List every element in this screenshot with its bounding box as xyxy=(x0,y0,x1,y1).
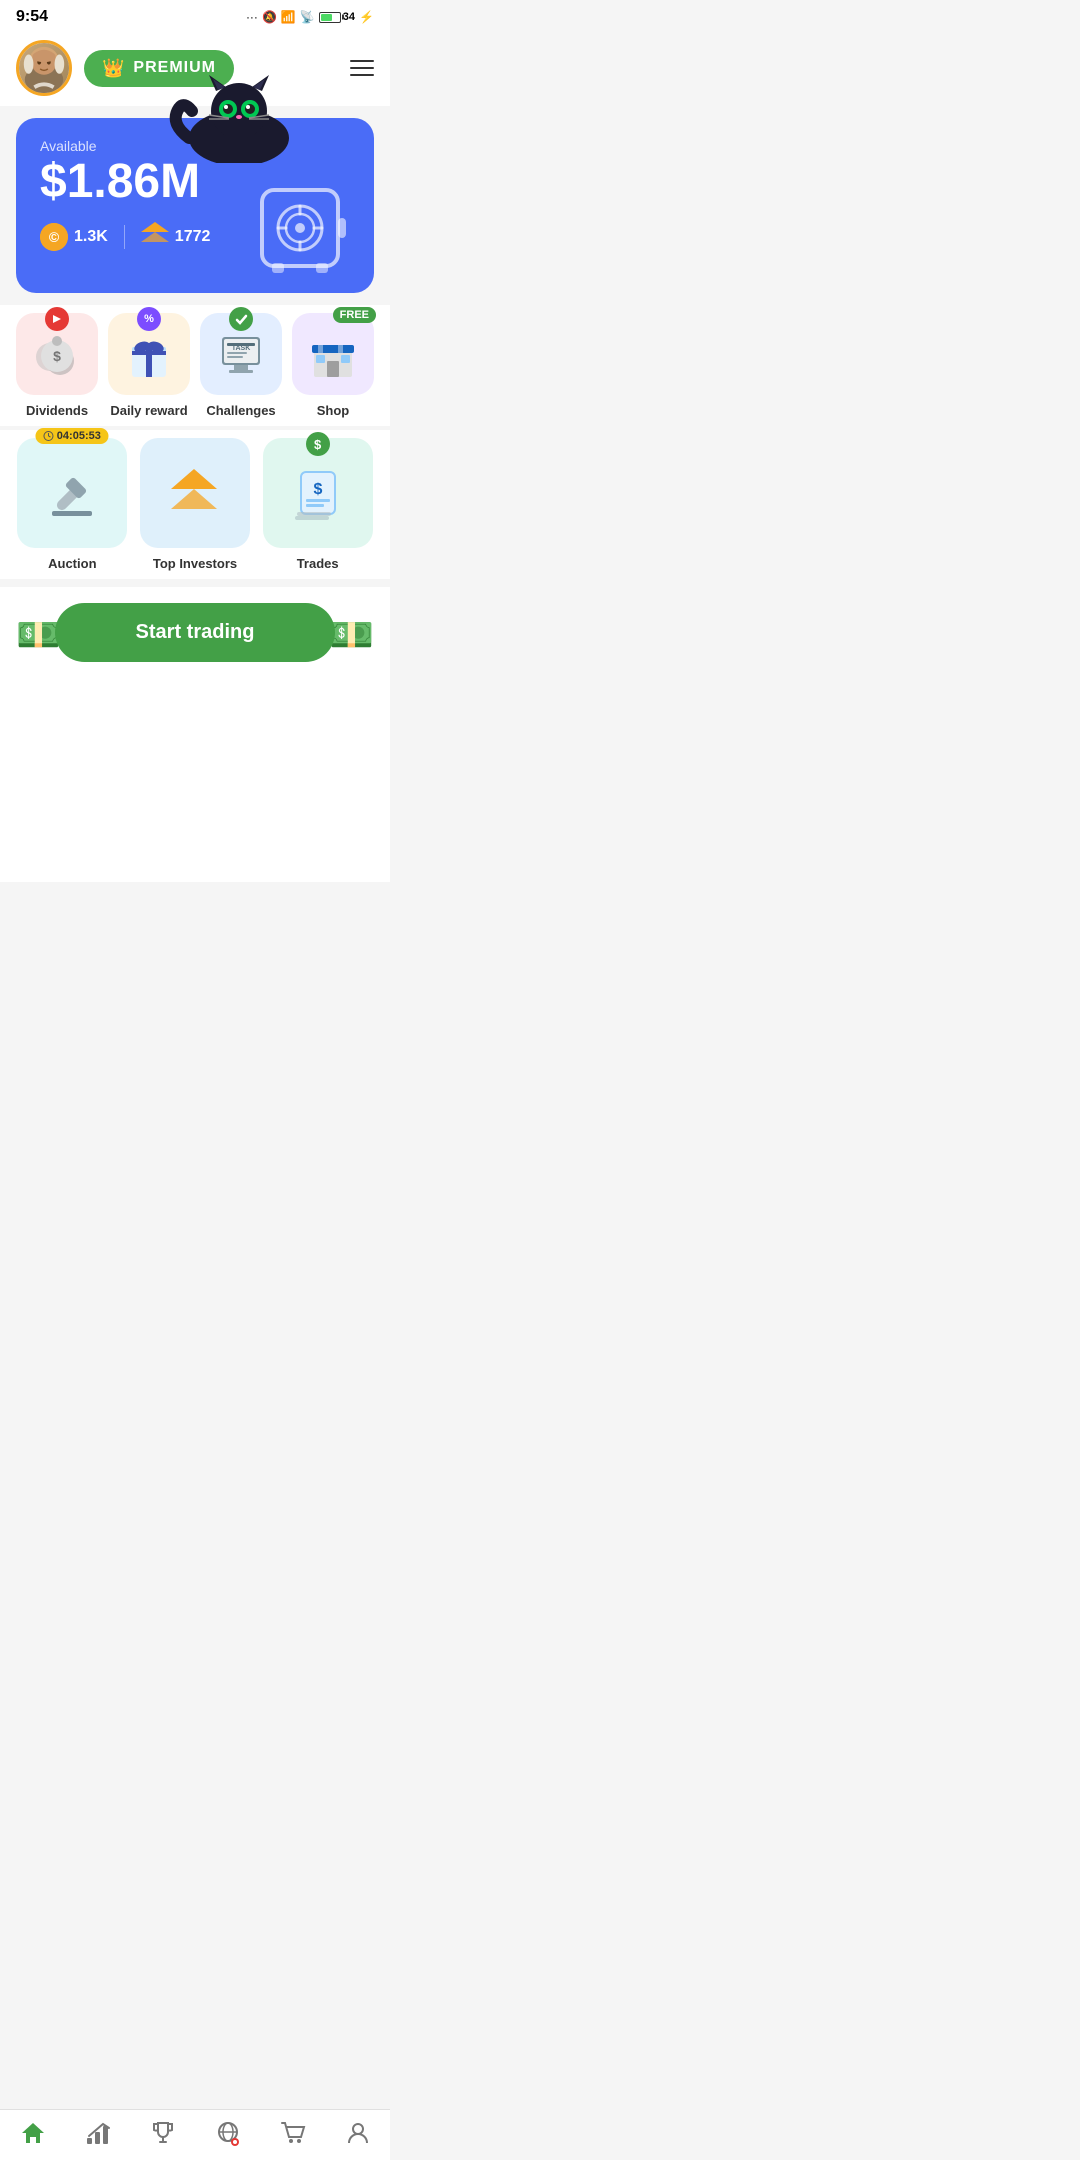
premium-label: PREMIUM xyxy=(133,59,216,77)
auction-label: Auction xyxy=(48,556,96,571)
trades-icon: $ xyxy=(287,462,349,524)
avatar-image xyxy=(19,43,69,93)
content-spacer xyxy=(0,682,390,882)
mute-icon: 🔕 xyxy=(262,10,277,24)
shop-label: Shop xyxy=(317,403,350,418)
trades-box: $ $ xyxy=(263,438,373,548)
header: 👑 PREMIUM xyxy=(0,30,390,106)
daily-reward-box: % xyxy=(108,313,190,395)
top-investors-label: Top Investors xyxy=(153,556,237,571)
charging-icon: ⚡ xyxy=(359,10,374,24)
top-investors-item[interactable]: Top Investors xyxy=(139,438,252,571)
task-icon: TASK xyxy=(214,327,268,381)
trades-item[interactable]: $ $ Trades xyxy=(261,438,374,571)
start-trading-button[interactable]: Start trading xyxy=(55,603,335,662)
daily-reward-label: Daily reward xyxy=(110,403,187,418)
daily-reward-badge: % xyxy=(137,307,161,331)
coins-value: 1.3K xyxy=(74,228,108,246)
status-bar: 9:54 ··· 🔕 📶 📡 34 ⚡ xyxy=(0,0,390,30)
avatar[interactable] xyxy=(16,40,72,96)
wifi-icon: 📡 xyxy=(300,10,315,24)
menu-line-3 xyxy=(350,74,374,76)
trophy-icon xyxy=(150,2120,176,2146)
nav-globe[interactable] xyxy=(215,2120,241,2146)
free-badge: FREE xyxy=(333,307,376,323)
rank-stat: 1772 xyxy=(141,222,211,252)
crown-icon: 👑 xyxy=(102,58,125,79)
quick-actions-section: $ Dividends % xyxy=(0,305,390,426)
nav-spacer xyxy=(0,882,390,952)
challenges-badge xyxy=(229,307,253,331)
dividends-box: $ xyxy=(16,313,98,395)
challenges-box: TASK xyxy=(200,313,282,395)
challenges-item[interactable]: TASK Challenges xyxy=(200,313,282,418)
cart-icon xyxy=(280,2120,306,2146)
menu-line-1 xyxy=(350,60,374,62)
signal-bars-icon: 📶 xyxy=(281,10,296,24)
svg-text:$: $ xyxy=(53,348,61,364)
profile-icon xyxy=(345,2120,371,2146)
globe-icon xyxy=(215,2120,241,2146)
signal-dots-icon: ··· xyxy=(246,10,258,24)
balance-card-wrapper: Available $1.86M © 1.3K 1772 xyxy=(16,118,374,293)
daily-reward-item[interactable]: % Daily reward xyxy=(108,313,190,418)
trades-badge: $ xyxy=(306,432,330,456)
available-label: Available xyxy=(40,138,350,154)
svg-text:©: © xyxy=(49,229,60,245)
nav-profile[interactable] xyxy=(345,2120,371,2146)
gift-icon xyxy=(122,327,176,381)
safe-icon xyxy=(254,178,354,278)
status-icons: ··· 🔕 📶 📡 34 ⚡ xyxy=(246,10,374,24)
nav-trophy[interactable] xyxy=(150,2120,176,2146)
auction-item[interactable]: 04:05:53 Auction xyxy=(16,438,129,571)
svg-text:TASK: TASK xyxy=(232,345,251,352)
dividends-badge xyxy=(45,307,69,331)
shop-box: FREE xyxy=(292,313,374,395)
battery-percent: 34 xyxy=(343,11,355,23)
timer-value: 04:05:53 xyxy=(57,430,101,442)
trading-section: 💵 Start trading 💵 xyxy=(0,587,390,682)
coin-icon: © xyxy=(40,223,68,251)
secondary-actions-grid: 04:05:53 Auction T xyxy=(16,438,374,571)
secondary-actions-section: 04:05:53 Auction T xyxy=(0,430,390,579)
status-time: 9:54 xyxy=(16,8,48,26)
auction-box: 04:05:53 xyxy=(17,438,127,548)
rank-icon xyxy=(141,222,169,252)
trades-label: Trades xyxy=(297,556,339,571)
nav-portfolio[interactable] xyxy=(85,2120,111,2146)
stat-divider xyxy=(124,225,125,249)
dividends-label: Dividends xyxy=(26,403,88,418)
battery: 34 xyxy=(319,11,355,23)
nav-home[interactable] xyxy=(20,2120,46,2146)
shop-icon xyxy=(306,327,360,381)
dividends-icon: $ xyxy=(30,327,84,381)
quick-actions-grid: $ Dividends % xyxy=(16,313,374,418)
nav-cart[interactable] xyxy=(280,2120,306,2146)
challenges-label: Challenges xyxy=(206,403,275,418)
balance-card: Available $1.86M © 1.3K 1772 xyxy=(16,118,374,293)
svg-text:$: $ xyxy=(313,481,322,498)
auction-icon xyxy=(42,463,102,523)
coins-stat: © 1.3K xyxy=(40,223,108,251)
shop-item[interactable]: FREE Shop xyxy=(292,313,374,418)
menu-button[interactable] xyxy=(350,60,374,76)
premium-badge[interactable]: 👑 PREMIUM xyxy=(84,50,234,87)
dividends-item[interactable]: $ Dividends xyxy=(16,313,98,418)
home-icon xyxy=(20,2120,46,2146)
menu-line-2 xyxy=(350,67,374,69)
top-investors-icon xyxy=(162,461,227,526)
rank-value: 1772 xyxy=(175,228,211,246)
user-portrait-svg xyxy=(19,42,69,94)
money-right-icon: 💵 xyxy=(329,614,374,656)
top-investors-box xyxy=(140,438,250,548)
portfolio-icon xyxy=(85,2120,111,2146)
auction-timer: 04:05:53 xyxy=(36,428,109,444)
bottom-navigation xyxy=(0,2109,390,2160)
